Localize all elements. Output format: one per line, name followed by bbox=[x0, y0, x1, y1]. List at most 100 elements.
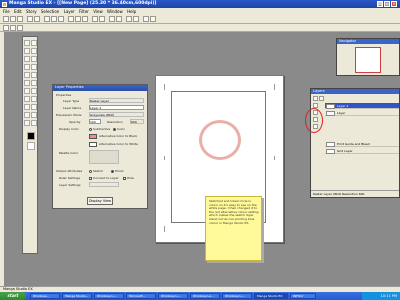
layer-icon[interactable] bbox=[126, 16, 132, 22]
rotate-icon[interactable] bbox=[92, 16, 98, 22]
line-tool-icon[interactable] bbox=[24, 104, 30, 110]
hand-tool-icon[interactable] bbox=[24, 56, 30, 62]
undo-icon[interactable] bbox=[27, 16, 33, 22]
color-radio[interactable] bbox=[113, 128, 116, 131]
finish-radio[interactable] bbox=[111, 170, 114, 173]
move-tool-icon[interactable] bbox=[24, 48, 30, 54]
delete-layer-icon[interactable] bbox=[319, 96, 324, 101]
export-icon[interactable] bbox=[150, 16, 156, 22]
layer-row-print-guide[interactable]: Print Guide and Bleed bbox=[325, 141, 399, 147]
taskbar-item[interactable]: Windows Li... bbox=[158, 293, 188, 299]
dropper-tool-icon[interactable] bbox=[24, 120, 30, 126]
shape-tool-icon[interactable] bbox=[31, 104, 37, 110]
sketched-circle bbox=[199, 120, 241, 160]
sub-color-swatch[interactable] bbox=[27, 142, 35, 150]
brush-tool-icon[interactable] bbox=[24, 80, 30, 86]
alt-white-color-swatch[interactable] bbox=[89, 142, 97, 147]
pattern-tool-icon[interactable] bbox=[31, 88, 37, 94]
layer-settings-label: Layer Settings bbox=[59, 183, 81, 187]
fit-icon[interactable] bbox=[82, 16, 88, 22]
menu-filter[interactable]: Filter bbox=[79, 9, 89, 14]
copy-icon[interactable] bbox=[51, 16, 57, 22]
menu-story[interactable]: Story bbox=[26, 9, 37, 14]
taskbar-item[interactable]: Microsoft... bbox=[126, 293, 156, 299]
menu-layer[interactable]: Layer bbox=[64, 9, 75, 14]
paste-icon[interactable] bbox=[58, 16, 64, 22]
layer-thumbnail bbox=[326, 148, 335, 154]
text-tool-icon[interactable] bbox=[24, 96, 30, 102]
print-icon[interactable] bbox=[143, 16, 149, 22]
system-tray: 10:11 PM bbox=[362, 292, 400, 300]
balloon-tool-icon[interactable] bbox=[31, 96, 37, 102]
layer-name-text: Layer 2 bbox=[90, 106, 102, 110]
sketch-radio[interactable] bbox=[89, 170, 92, 173]
close-button[interactable]: × bbox=[391, 1, 397, 7]
lasso-tool-icon[interactable] bbox=[31, 40, 37, 46]
gradient-tool-icon[interactable] bbox=[24, 88, 30, 94]
taskbar-item[interactable]: Windows Li... bbox=[94, 293, 124, 299]
menu-edit[interactable]: Edit bbox=[14, 9, 22, 14]
taskbar-item[interactable]: INFOLY bbox=[290, 293, 316, 299]
eraser-tool-icon[interactable] bbox=[31, 72, 37, 78]
layer-name-input[interactable]: Layer 2 bbox=[89, 105, 144, 110]
menu-window[interactable]: Window bbox=[107, 9, 123, 14]
new-icon[interactable] bbox=[3, 16, 9, 22]
panel-title: Layer Properties bbox=[55, 85, 84, 89]
redo-icon[interactable] bbox=[34, 16, 40, 22]
connect-to-layer-checkbox[interactable] bbox=[89, 177, 92, 180]
cut-icon[interactable] bbox=[44, 16, 50, 22]
flip-icon[interactable] bbox=[99, 16, 105, 22]
option-icon[interactable] bbox=[17, 25, 23, 31]
zoom-in-icon[interactable] bbox=[68, 16, 74, 22]
zoom-out-icon[interactable] bbox=[75, 16, 81, 22]
hide-checkbox[interactable] bbox=[123, 177, 126, 180]
layer-row-label: Print Guide and Bleed bbox=[337, 142, 370, 146]
taskbar-item[interactable]: Manga Studio... bbox=[62, 293, 92, 299]
taskbar-item-active[interactable]: Manga Studio EX bbox=[254, 293, 288, 299]
main-color-swatch[interactable] bbox=[27, 132, 35, 140]
left-dock bbox=[0, 32, 5, 286]
option-icon[interactable] bbox=[3, 25, 9, 31]
layer-properties-panel: Layer Properties Properties Layer Type R… bbox=[52, 84, 148, 209]
marker-tool-icon[interactable] bbox=[24, 72, 30, 78]
open-icon[interactable] bbox=[10, 16, 16, 22]
rotate-tool-icon[interactable] bbox=[31, 56, 37, 62]
tone-icon[interactable] bbox=[133, 16, 139, 22]
subtractive-radio[interactable] bbox=[89, 128, 92, 131]
maximize-button[interactable]: □ bbox=[384, 1, 390, 7]
ruler-tool-icon[interactable] bbox=[24, 112, 30, 118]
panel-tool-icon[interactable] bbox=[31, 112, 37, 118]
grid-icon[interactable] bbox=[116, 16, 122, 22]
layer-row-layer[interactable]: Layer bbox=[325, 110, 399, 116]
opacity-input[interactable]: 100 bbox=[89, 119, 101, 124]
opacity-text: 100 bbox=[90, 120, 96, 124]
start-button[interactable]: start bbox=[0, 292, 26, 300]
taskbar-item[interactable]: Windows Li... bbox=[222, 293, 252, 299]
layer-settings-box[interactable] bbox=[89, 182, 119, 187]
blur-tool-icon[interactable] bbox=[31, 120, 37, 126]
new-layer-icon[interactable] bbox=[313, 96, 318, 101]
save-icon[interactable] bbox=[17, 16, 23, 22]
menu-view[interactable]: View bbox=[93, 9, 103, 14]
pen-tool-icon[interactable] bbox=[24, 64, 30, 70]
taskbar-item[interactable]: Windows La... bbox=[190, 293, 220, 299]
minimize-button[interactable]: _ bbox=[377, 1, 383, 7]
display-view-button[interactable]: Display View bbox=[87, 197, 113, 205]
menu-help[interactable]: Help bbox=[127, 9, 136, 14]
select-tool-icon[interactable] bbox=[24, 40, 30, 46]
navigator-preview[interactable] bbox=[355, 47, 381, 73]
menu-selection[interactable]: Selection bbox=[41, 9, 59, 14]
pencil-tool-icon[interactable] bbox=[31, 64, 37, 70]
alt-black-label: Alternative Color to Black bbox=[99, 134, 138, 138]
palette-color-box[interactable] bbox=[89, 150, 119, 164]
layer-row-grid[interactable]: Grid Layer bbox=[325, 148, 399, 154]
fill-tool-icon[interactable] bbox=[31, 80, 37, 86]
zoom-tool-icon[interactable] bbox=[31, 48, 37, 54]
alt-black-color-swatch[interactable] bbox=[89, 134, 97, 139]
menu-file[interactable]: File bbox=[3, 9, 10, 14]
option-icon[interactable] bbox=[10, 25, 16, 31]
taskbar-item[interactable]: Windows... bbox=[30, 293, 60, 299]
crop-mark bbox=[164, 84, 165, 90]
ruler-icon[interactable] bbox=[109, 16, 115, 22]
layer-row-layer-2[interactable]: Layer 2 bbox=[325, 103, 399, 109]
